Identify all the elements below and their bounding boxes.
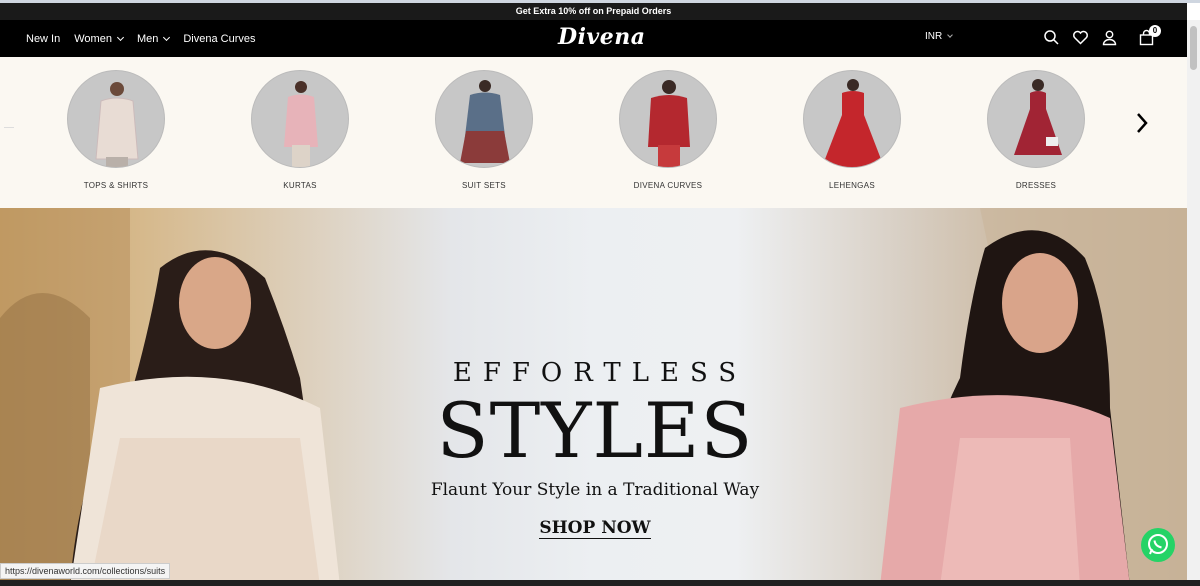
whatsapp-icon[interactable] <box>1141 528 1175 562</box>
nav-divena-curves[interactable]: Divena Curves <box>183 33 255 45</box>
category-tops-shirts[interactable]: TOPS & SHIRTS <box>56 70 176 190</box>
nav-men-label: Men <box>136 32 159 45</box>
shop-now-button[interactable]: SHOP NOW <box>539 518 651 539</box>
announcement-bar: Get Extra 10% off on Prepaid Orders <box>0 3 1187 20</box>
bag-icon[interactable]: 0 <box>1138 25 1161 46</box>
category-image <box>251 70 349 168</box>
category-label: LEHENGAS <box>829 181 875 190</box>
chevron-right-icon[interactable] <box>1133 111 1151 135</box>
category-image <box>619 70 717 168</box>
category-image <box>987 70 1085 168</box>
nav-new-in[interactable]: New In <box>26 33 60 45</box>
scrollbar-thumb[interactable] <box>1190 26 1197 70</box>
category-label: KURTAS <box>283 181 317 190</box>
hero-subheading: Flaunt Your Style in a Traditional Way <box>430 480 760 500</box>
brand-logo[interactable]: Divena <box>558 24 645 50</box>
currency-label: INR <box>925 31 943 42</box>
page-scrollbar[interactable] <box>1187 20 1200 586</box>
hero-headline: STYLES <box>436 386 754 475</box>
category-carousel: TOPS & SHIRTS KURTAS SUIT SETS DIVENA CU… <box>0 57 1187 208</box>
cart-count-badge: 0 <box>1149 25 1161 37</box>
category-image <box>435 70 533 168</box>
category-label: DIVENA CURVES <box>633 181 703 190</box>
category-suit-sets[interactable]: SUIT SETS <box>424 70 544 190</box>
header-icons: 0 <box>1043 25 1161 46</box>
nav-women-label: Women <box>74 32 112 45</box>
site-header: New In Women Men Divena Curves Divena IN… <box>0 20 1187 57</box>
carousel-prev-hint <box>4 127 14 131</box>
hero-copy: EFFORTLESS STYLES Flaunt Your Style in a… <box>380 358 810 539</box>
category-label: DRESSES <box>1015 181 1057 190</box>
category-lehengas[interactable]: LEHENGAS <box>792 70 912 190</box>
category-dresses[interactable]: DRESSES <box>976 70 1096 190</box>
main-nav: New In Women Men Divena Curves <box>26 20 256 57</box>
browser-status-url: https://divenaworld.com/collections/suit… <box>0 563 171 579</box>
category-label: TOPS & SHIRTS <box>83 181 149 190</box>
category-divena-curves[interactable]: DIVENA CURVES <box>608 70 728 190</box>
heart-icon[interactable] <box>1072 29 1089 46</box>
category-image <box>67 70 165 168</box>
hero-banner[interactable]: EFFORTLESS STYLES Flaunt Your Style in a… <box>0 208 1187 586</box>
nav-new-in-label: New In <box>26 32 61 45</box>
os-taskbar <box>0 580 1200 586</box>
chevron-down-icon <box>163 33 171 41</box>
user-icon[interactable] <box>1101 29 1118 46</box>
currency-selector[interactable]: INR <box>925 31 954 42</box>
category-kurtas[interactable]: KURTAS <box>240 70 360 190</box>
category-image <box>803 70 901 168</box>
chevron-down-icon <box>947 32 954 38</box>
search-icon[interactable] <box>1043 29 1060 46</box>
nav-men[interactable]: Men <box>136 32 171 45</box>
hero-eyebrow: EFFORTLESS <box>452 358 748 388</box>
nav-divena-curves-label: Divena Curves <box>183 32 256 45</box>
nav-women[interactable]: Women <box>74 32 124 45</box>
chevron-down-icon <box>116 33 124 41</box>
category-label: SUIT SETS <box>462 181 506 190</box>
